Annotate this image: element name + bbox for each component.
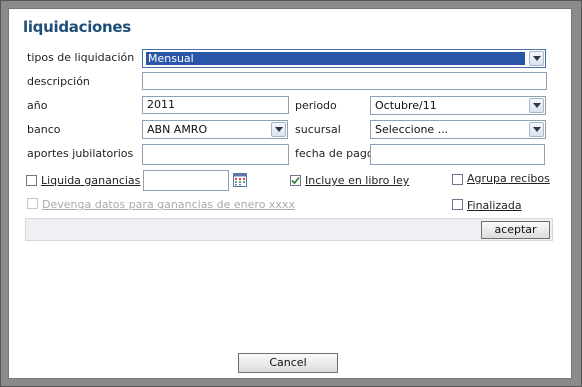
aceptar-button[interactable]: aceptar bbox=[481, 221, 550, 239]
incluye-libro-checkbox[interactable] bbox=[290, 175, 301, 186]
liquida-date-input[interactable] bbox=[143, 170, 229, 191]
cancel-button[interactable]: Cancel bbox=[238, 353, 338, 373]
calendar-icon[interactable] bbox=[233, 173, 247, 187]
sucursal-selected-value: Seleccione ... bbox=[375, 123, 449, 136]
descripcion-label: descripción bbox=[27, 75, 90, 88]
agrupa-recibos-label[interactable]: Agrupa recibos bbox=[467, 172, 550, 185]
action-bar: aceptar bbox=[25, 218, 553, 241]
agrupa-recibos-checkbox[interactable] bbox=[452, 174, 463, 185]
descripcion-input[interactable] bbox=[142, 72, 547, 90]
liquidaciones-dialog: liquidaciones tipos de liquidación Mensu… bbox=[8, 8, 572, 379]
fecha-label: fecha de pago bbox=[295, 147, 374, 160]
sucursal-select[interactable]: Seleccione ... bbox=[370, 120, 546, 139]
chevron-down-icon[interactable] bbox=[529, 98, 544, 113]
sucursal-label: sucursal bbox=[295, 123, 341, 136]
incluye-libro-label[interactable]: Incluye en libro ley bbox=[305, 174, 409, 187]
fecha-pago-input[interactable] bbox=[370, 144, 545, 165]
tipos-label: tipos de liquidación bbox=[27, 51, 135, 64]
tipos-selected-value: Mensual bbox=[146, 52, 525, 65]
chevron-down-icon[interactable] bbox=[271, 122, 286, 137]
modal-overlay: liquidaciones tipos de liquidación Mensu… bbox=[0, 0, 582, 387]
chevron-down-icon[interactable] bbox=[529, 122, 544, 137]
devenga-checkbox bbox=[27, 198, 38, 209]
aportes-label: aportes jubilatorios bbox=[27, 147, 134, 160]
liquida-ganancias-checkbox[interactable] bbox=[26, 175, 37, 186]
banco-select[interactable]: ABN AMRO bbox=[142, 120, 288, 139]
tipos-select[interactable]: Mensual bbox=[142, 49, 546, 68]
anio-input[interactable]: 2011 bbox=[142, 96, 289, 114]
finalizada-checkbox[interactable] bbox=[452, 199, 463, 210]
banco-label: banco bbox=[27, 123, 61, 136]
dialog-title: liquidaciones bbox=[23, 18, 131, 36]
devenga-label: Devenga datos para ganancias de enero xx… bbox=[42, 198, 295, 211]
periodo-label: periodo bbox=[295, 99, 337, 112]
finalizada-label[interactable]: Finalizada bbox=[467, 199, 522, 212]
banco-selected-value: ABN AMRO bbox=[147, 123, 208, 136]
liquida-ganancias-label[interactable]: Liquida ganancias bbox=[41, 174, 140, 187]
check-icon bbox=[291, 176, 300, 185]
periodo-selected-value: Octubre/11 bbox=[375, 99, 437, 112]
anio-label: año bbox=[27, 99, 48, 112]
aportes-input[interactable] bbox=[142, 144, 289, 165]
periodo-select[interactable]: Octubre/11 bbox=[370, 96, 546, 115]
chevron-down-icon[interactable] bbox=[529, 51, 544, 66]
